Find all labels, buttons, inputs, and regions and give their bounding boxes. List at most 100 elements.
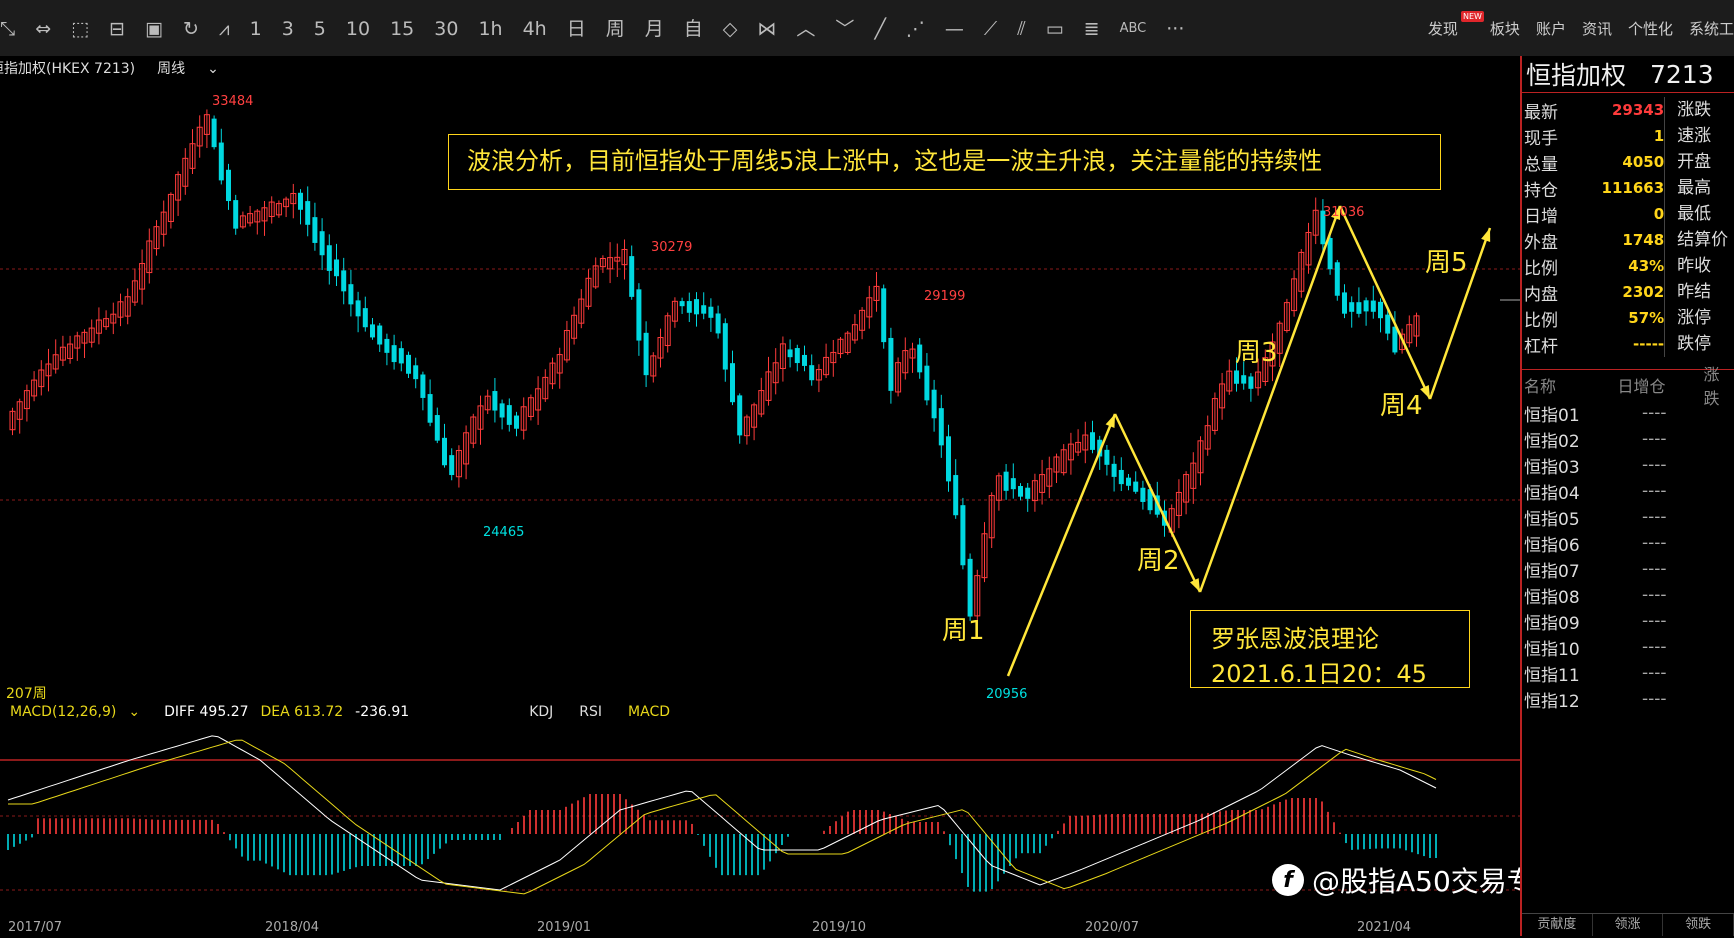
contract-row[interactable]: 恒指11 ---- — [1522, 660, 1734, 686]
candle-body — [967, 558, 973, 617]
save-icon[interactable]: ▣ — [135, 14, 173, 44]
period-30[interactable]: 30 — [424, 14, 468, 44]
period-week[interactable]: 周 — [596, 14, 635, 44]
theory-time: 2021.6.1日20：45 — [1211, 660, 1427, 688]
period-10[interactable]: 10 — [336, 14, 380, 44]
candle-body — [953, 475, 959, 516]
contract-row[interactable]: 恒指10 ---- — [1522, 634, 1734, 660]
contract-name: 恒指01 — [1524, 405, 1580, 426]
col-change[interactable]: 日增仓 — [1618, 373, 1704, 397]
date-tick: 2021/04 — [1357, 920, 1412, 935]
contract-value: ---- — [1642, 533, 1667, 553]
chevron-down-icon[interactable]: ﹀ — [825, 14, 864, 44]
contract-row[interactable]: 恒指07 ---- — [1522, 556, 1734, 582]
price-label-high: 30279 — [651, 240, 693, 255]
diamond-icon[interactable]: ◇ — [713, 14, 748, 44]
period-day[interactable]: 日 — [557, 14, 596, 44]
contract-row[interactable]: 恒指06 ---- — [1522, 530, 1734, 556]
rect-icon[interactable]: ▭ — [1036, 14, 1074, 44]
tab-leaders[interactable]: 领涨 — [1593, 914, 1664, 936]
period-15[interactable]: 15 — [380, 14, 424, 44]
contract-row[interactable]: 恒指02 ---- — [1522, 426, 1734, 452]
contract-row[interactable]: 恒指04 ---- — [1522, 478, 1734, 504]
contract-value: ---- — [1642, 403, 1667, 423]
contract-row[interactable]: 恒指09 ---- — [1522, 608, 1734, 634]
line-tool-icon[interactable]: ╱ — [864, 14, 895, 44]
candle-body — [715, 313, 721, 334]
dash-line-icon[interactable]: ⋰ — [896, 14, 935, 44]
quote-value: 1 — [1653, 127, 1665, 145]
more-icon[interactable]: ··· — [1156, 14, 1194, 44]
shape-tool-icon[interactable]: ⬚ — [61, 14, 99, 44]
indicator-name[interactable]: MACD(12,26,9) ⌄ — [10, 704, 152, 720]
chevron-up-icon[interactable]: ︿ — [786, 14, 825, 44]
ray-icon[interactable]: ⟋ — [974, 14, 1007, 44]
bowtie-icon[interactable]: ⋈ — [747, 14, 786, 44]
quote-row: 总量 4050 开盘 — [1522, 149, 1734, 175]
chevron-down-icon: ⌄ — [128, 704, 141, 720]
tab-kdj[interactable]: KDJ — [529, 704, 553, 720]
contract-row[interactable]: 恒指12 ---- — [1522, 686, 1734, 712]
text-tool-icon[interactable]: ABC — [1110, 14, 1157, 44]
wave-line — [1198, 205, 1342, 593]
col-name[interactable]: 名称 — [1522, 373, 1618, 397]
contract-name: 恒指04 — [1524, 483, 1580, 504]
contract-name: 恒指10 — [1524, 639, 1580, 660]
channel-icon[interactable]: ⫽ — [1007, 14, 1035, 44]
contract-name: 恒指12 — [1524, 691, 1580, 712]
quote-key-2: 昨收 — [1664, 253, 1734, 279]
nav-sector[interactable]: 板块 — [1482, 14, 1528, 44]
move-tool-icon[interactable]: ⇔ — [25, 14, 61, 44]
price-label-high: 33484 — [212, 94, 254, 109]
candle-body — [960, 505, 966, 566]
period-5[interactable]: 5 — [304, 14, 336, 44]
layout-icon[interactable]: ⊟ — [99, 14, 135, 44]
bars-count-label: 207周 — [6, 686, 47, 702]
contract-row[interactable]: 恒指01 ---- — [1522, 400, 1734, 426]
period-3[interactable]: 3 — [272, 14, 304, 44]
contract-row[interactable]: 恒指03 ---- — [1522, 452, 1734, 478]
candle-body — [341, 270, 347, 292]
candle-body — [802, 354, 807, 366]
date-tick: 2017/07 — [8, 920, 63, 935]
quote-panel: 恒指加权 7213 最新 29343 涨跌 现手 1 速涨 总量 4050 开盘 持仓 111663… — [1522, 56, 1734, 936]
tab-laggards[interactable]: 领跌 — [1663, 914, 1734, 936]
nav-discover[interactable]: 发现 NEW — [1420, 11, 1484, 44]
draw-tool-icon[interactable]: ⤡ — [0, 14, 25, 44]
col-rise[interactable]: 涨跌 — [1703, 361, 1734, 409]
candle-body — [348, 284, 354, 305]
candle-body — [1018, 486, 1023, 497]
period-1h[interactable]: 1h — [468, 14, 512, 44]
wave-label-3: 周3 — [1235, 338, 1278, 368]
candle-body — [1111, 463, 1117, 477]
period-custom[interactable]: 自 — [674, 14, 713, 44]
contract-value: ---- — [1642, 559, 1667, 579]
nav-personalize[interactable]: 个性化 — [1620, 14, 1681, 44]
nav-discover-label: 发现 — [1427, 20, 1458, 38]
period-4h[interactable]: 4h — [513, 14, 557, 44]
quote-key: 比例 — [1524, 310, 1558, 331]
fib-icon[interactable]: ≣ — [1074, 14, 1110, 44]
period-month[interactable]: 月 — [635, 14, 674, 44]
nav-news[interactable]: 资讯 — [1574, 14, 1620, 44]
candle-body — [514, 415, 519, 429]
candle-body — [737, 395, 743, 436]
contract-row[interactable]: 恒指05 ---- — [1522, 504, 1734, 530]
quote-key-2: 最高 — [1664, 175, 1734, 201]
candle-body — [1003, 471, 1009, 491]
nav-system[interactable]: 系统工 — [1681, 14, 1734, 44]
nav-account[interactable]: 账户 — [1528, 14, 1574, 44]
period-1[interactable]: 1 — [240, 14, 272, 44]
tab-macd[interactable]: MACD — [628, 704, 670, 720]
candle-body — [730, 363, 735, 403]
quote-key: 外盘 — [1524, 232, 1558, 253]
refresh-icon[interactable]: ↻ — [173, 14, 209, 44]
indicator-icon[interactable]: ⩘ — [209, 14, 240, 44]
contract-row[interactable]: 恒指08 ---- — [1522, 582, 1734, 608]
hline-icon[interactable]: — — [935, 14, 974, 44]
quote-key: 最新 — [1524, 102, 1558, 123]
contract-name: 恒指02 — [1524, 431, 1580, 452]
candle-body — [499, 403, 505, 418]
tab-rsi[interactable]: RSI — [579, 704, 602, 720]
tab-contribution[interactable]: 贡献度 — [1522, 914, 1593, 936]
